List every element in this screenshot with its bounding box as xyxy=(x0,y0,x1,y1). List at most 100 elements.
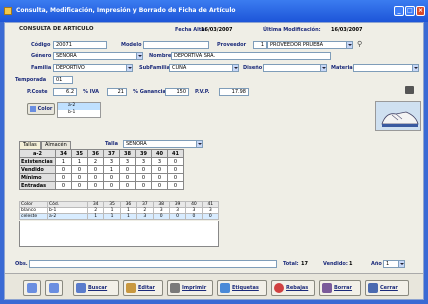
cell[interactable]: 0 xyxy=(55,173,72,182)
tab-almacen[interactable]: Almacén xyxy=(41,141,71,149)
chevron-down-icon xyxy=(232,65,238,71)
cell[interactable]: 0 xyxy=(135,165,152,174)
diseno-select[interactable] xyxy=(263,64,327,72)
borrar-button[interactable]: Borrar xyxy=(319,280,361,296)
editar-label: Editar xyxy=(138,285,155,291)
prev-button[interactable] xyxy=(23,280,41,296)
obs-field[interactable] xyxy=(29,260,277,268)
table-row: Vendido 0 0 0 1 0 0 0 0 xyxy=(19,165,184,174)
cell[interactable]: 1 xyxy=(71,157,88,166)
cerrar-button[interactable]: Cerrar xyxy=(365,280,409,296)
sizes-header-cell: 38 xyxy=(119,149,136,158)
arrow-right-icon xyxy=(49,283,59,293)
cell[interactable]: 0 xyxy=(103,173,120,182)
nombre-label: Nombre xyxy=(149,53,172,59)
cell[interactable]: 0 xyxy=(119,173,136,182)
cell[interactable]: 0 xyxy=(55,165,72,174)
proveedor-select[interactable]: PROVEEDOR PRUEBA xyxy=(267,41,353,49)
cell[interactable]: 0 xyxy=(167,157,184,166)
color-option-b1[interactable]: b-1 xyxy=(58,110,100,117)
color-button[interactable]: Color xyxy=(27,103,55,115)
cell[interactable]: 0 xyxy=(119,165,136,174)
proveedor-num-field[interactable]: 1 xyxy=(253,41,267,49)
proveedor-label: Proveedor xyxy=(217,42,247,48)
chevron-down-icon xyxy=(136,53,142,59)
cell[interactable]: 0 xyxy=(151,181,168,190)
temporada-label: Temporada xyxy=(15,77,47,83)
color-list[interactable]: a-2 b-1 xyxy=(57,102,101,118)
diseno-label: Diseño xyxy=(243,65,263,71)
editar-button[interactable]: Editar xyxy=(123,280,163,296)
ano-select[interactable]: 1 xyxy=(383,260,405,268)
cell[interactable]: 3 xyxy=(135,157,152,166)
modelo-field[interactable] xyxy=(143,41,209,49)
material-select[interactable] xyxy=(353,64,419,72)
pvp-field[interactable]: 17.98 xyxy=(219,88,249,96)
form-body: CONSULTA DE ARTICULO Fecha Alta: 16/03/2… xyxy=(4,22,424,300)
camera-icon[interactable] xyxy=(405,86,414,94)
cell[interactable]: 0 xyxy=(119,181,136,190)
maximize-button[interactable]: □ xyxy=(405,6,415,16)
cell[interactable]: 0 xyxy=(87,173,104,182)
cell[interactable]: 0 xyxy=(103,181,120,190)
sizes-table: a-2 34 35 36 37 38 39 40 41 Existencias 1… xyxy=(19,149,184,190)
cell[interactable]: 0 xyxy=(167,165,184,174)
cell[interactable]: 0 xyxy=(71,181,88,190)
rebajas-button[interactable]: Rebajas xyxy=(271,280,315,296)
cell[interactable]: 1 xyxy=(103,165,120,174)
talla-select[interactable]: SEÑORA xyxy=(123,140,203,148)
close-button[interactable]: × xyxy=(416,6,425,16)
imprimir-button[interactable]: Imprimir xyxy=(167,280,213,296)
subfamilia-value: CUÑA xyxy=(172,65,187,71)
familia-select[interactable]: DEPORTIVO xyxy=(53,64,133,72)
color-table-empty-area xyxy=(19,221,219,247)
alta-value: 16/03/2007 xyxy=(201,27,233,33)
table-row[interactable]: celeste a-2 1 1 1 3 0 0 0 0 xyxy=(19,213,220,220)
cell[interactable]: 1 xyxy=(55,157,72,166)
proveedor-value: PROVEEDOR PRUEBA xyxy=(270,42,324,48)
pcoste-field[interactable]: 6.2 xyxy=(53,88,77,96)
cell[interactable]: 0 xyxy=(167,173,184,182)
cell[interactable]: 2 xyxy=(87,157,104,166)
cell[interactable]: 0 xyxy=(55,181,72,190)
row-label: Mínimo xyxy=(19,173,56,182)
temporada-field[interactable]: 01 xyxy=(53,76,73,84)
buscar-button[interactable]: Buscar xyxy=(73,280,119,296)
etiquetas-button[interactable]: Etiquetas xyxy=(217,280,267,296)
genero-select[interactable]: SEÑORA xyxy=(53,52,143,60)
color-sizes-table: Color Cód. 34 35 36 37 38 39 40 41 blanc… xyxy=(19,201,220,220)
chevron-down-icon xyxy=(346,42,352,48)
app-window: Consulta, Modificación, Impresión y Borr… xyxy=(0,0,428,304)
pcoste-label: P.Coste xyxy=(27,89,48,95)
cell[interactable]: 0 xyxy=(151,173,168,182)
etiquetas-label: Etiquetas xyxy=(232,285,259,291)
window-title: Consulta, Modificación, Impresión y Borr… xyxy=(16,7,236,14)
cell: 1 xyxy=(103,213,121,220)
cell[interactable]: 3 xyxy=(103,157,120,166)
cell[interactable]: 0 xyxy=(87,165,104,174)
cell[interactable]: 0 xyxy=(135,173,152,182)
subfamilia-select[interactable]: CUÑA xyxy=(169,64,239,72)
next-button[interactable] xyxy=(45,280,63,296)
row-label: Entradas xyxy=(19,181,56,190)
cell[interactable]: 0 xyxy=(71,165,88,174)
cell[interactable]: 0 xyxy=(135,181,152,190)
cell[interactable]: 0 xyxy=(151,165,168,174)
search-supplier-icon[interactable]: ⚲ xyxy=(357,40,362,48)
tab-tallas[interactable]: Tallas xyxy=(19,141,41,149)
cell: 0 xyxy=(201,213,220,220)
minimize-button[interactable]: _ xyxy=(394,6,404,16)
printer-icon xyxy=(170,283,180,293)
cell[interactable]: 0 xyxy=(167,181,184,190)
ganancia-field[interactable]: 150 xyxy=(165,88,189,96)
color-option-a2[interactable]: a-2 xyxy=(58,103,100,110)
iva-field[interactable]: 21 xyxy=(107,88,127,96)
exit-door-icon xyxy=(368,283,378,293)
nombre-field[interactable]: DEPORTIVA SRA. xyxy=(171,52,331,60)
codigo-field[interactable]: 20071 xyxy=(53,41,107,49)
cell[interactable]: 0 xyxy=(71,173,88,182)
cell[interactable]: 0 xyxy=(87,181,104,190)
cell[interactable]: 3 xyxy=(151,157,168,166)
cell[interactable]: 3 xyxy=(119,157,136,166)
sizes-header-cell: 40 xyxy=(151,149,168,158)
